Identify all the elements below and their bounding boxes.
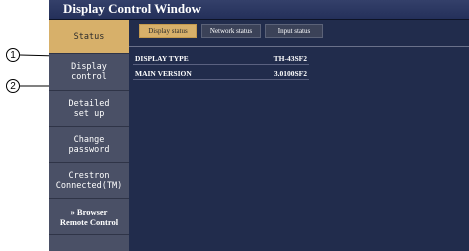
sidebar-item-browser-remote-control[interactable]: » Browser Remote Control <box>49 199 129 235</box>
sidebar: Status Display control Detailed set up C… <box>49 20 129 251</box>
tab-divider <box>129 46 469 47</box>
sidebar-item-status[interactable]: Status <box>49 20 129 54</box>
sidebar-item-display-control[interactable]: Display control <box>49 54 129 91</box>
display-type-label: DISPLAY TYPE <box>135 54 189 63</box>
callout-1: 1 <box>6 48 20 62</box>
sidebar-item-change-password[interactable]: Change password <box>49 127 129 163</box>
info-row-main-version: MAIN VERSION 3.0100SF2 <box>133 69 309 80</box>
sidebar-item-detailed-set-up[interactable]: Detailed set up <box>49 91 129 127</box>
title-bar: Display Control Window <box>49 0 469 20</box>
main-version-label: MAIN VERSION <box>135 69 192 78</box>
main-panel: Display status Network status Input stat… <box>129 20 469 251</box>
window-title: Display Control Window <box>63 1 201 16</box>
tab-network-status[interactable]: Network status <box>201 24 261 38</box>
sidebar-item-crestron-connected[interactable]: Crestron Connected(TM) <box>49 163 129 199</box>
info-row-display-type: DISPLAY TYPE TH-43SF2 <box>133 54 309 65</box>
display-control-window: Display Control Window Status Display co… <box>49 0 469 251</box>
display-type-value: TH-43SF2 <box>273 54 307 63</box>
callout-2: 2 <box>6 79 20 93</box>
tab-display-status[interactable]: Display status <box>139 24 197 38</box>
tab-input-status[interactable]: Input status <box>265 24 323 38</box>
main-version-value: 3.0100SF2 <box>273 69 307 78</box>
